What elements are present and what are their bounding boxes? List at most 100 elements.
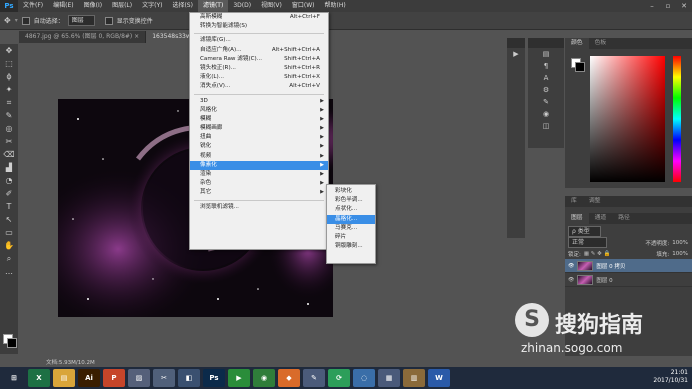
filter-submenu-item[interactable]: 视频 ▶ — [190, 152, 328, 161]
folder-icon[interactable]: ▥ — [403, 369, 425, 387]
filter-menu-item[interactable]: 镜头校正(R)... Shift+Ctrl+R — [190, 64, 328, 73]
layer-name[interactable]: 图层 0 拷贝 — [596, 262, 625, 270]
filter-menu-item[interactable]: 滤镜库(G)... — [190, 36, 328, 45]
close-button[interactable]: ✕ — [676, 0, 692, 12]
layer-name[interactable]: 图层 0 — [596, 276, 612, 284]
filter-menu-item[interactable]: 转换为智能滤镜(S) — [190, 22, 328, 31]
tab-adjustments[interactable]: 调整 — [583, 196, 607, 207]
maximize-button[interactable]: ▫ — [660, 0, 676, 12]
filter-menu-item[interactable]: 自适应广角(A)... Alt+Shift+Ctrl+A — [190, 46, 328, 55]
lock-icons[interactable]: ▦ ✎ ✥ 🔒 — [584, 251, 611, 257]
menu-item-0[interactable]: 文件(F) — [18, 0, 48, 12]
paragraph-icon[interactable]: ¶ — [528, 60, 564, 72]
visibility-eye-icon[interactable]: 👁 — [568, 263, 574, 269]
menu-item-5[interactable]: 选择(S) — [167, 0, 198, 12]
background-swatch[interactable] — [575, 62, 585, 72]
fill-value[interactable]: 100% — [672, 251, 692, 257]
tool-icon-15[interactable]: ✋ — [0, 239, 18, 252]
menu-item-8[interactable]: 视图(V) — [256, 0, 287, 12]
tool-icon[interactable]: ✎ — [303, 369, 325, 387]
filter-submenu-item[interactable]: 扭曲 ▶ — [190, 133, 328, 142]
background-color-swatch[interactable] — [7, 338, 17, 348]
video-player-icon[interactable]: ▶ — [228, 369, 250, 387]
filter-submenu-item[interactable]: 杂色 ▶ — [190, 179, 328, 188]
tab-layers[interactable]: 图层 — [565, 213, 589, 224]
network-icon[interactable]: ◌ — [353, 369, 375, 387]
visibility-eye-icon[interactable]: 👁 — [568, 277, 574, 283]
word-icon[interactable]: W — [428, 369, 450, 387]
menu-item-1[interactable]: 编辑(E) — [48, 0, 78, 12]
tool-icon-4[interactable]: ⌗ — [0, 96, 18, 109]
menu-item-4[interactable]: 文字(Y) — [137, 0, 167, 12]
gallery-icon[interactable]: ▦ — [378, 369, 400, 387]
layer-kind-filter[interactable]: ρ 类型 — [568, 226, 601, 237]
properties-icon[interactable]: ⚙ — [528, 84, 564, 96]
pixelate-item-5[interactable]: 碎片 — [327, 233, 375, 242]
tool-icon-0[interactable]: ✥ — [0, 44, 18, 57]
app-icon-3[interactable]: ⟳ — [328, 369, 350, 387]
filter-submenu-item[interactable]: 渲染 ▶ — [190, 170, 328, 179]
pixelate-item-3[interactable]: 晶格化... — [327, 214, 375, 224]
layer-row[interactable]: 👁 图层 0 — [565, 273, 692, 287]
styles-icon[interactable]: ◫ — [528, 120, 564, 132]
tool-icon-17[interactable]: … — [0, 265, 18, 278]
tool-icon-2[interactable]: ϕ — [0, 70, 18, 83]
opacity-value[interactable]: 100% — [672, 240, 692, 246]
auto-select-checkbox[interactable] — [21, 16, 30, 25]
tab-color[interactable]: 颜色 — [565, 38, 589, 49]
tool-icon-8[interactable]: ⌫ — [0, 148, 18, 161]
tool-icon-5[interactable]: ✎ — [0, 109, 18, 122]
screenshot-icon[interactable]: ✂ — [153, 369, 175, 387]
menu-item-7[interactable]: 3D(D) — [228, 0, 256, 12]
menu-item-6[interactable]: 滤镜(T) — [197, 0, 229, 12]
menu-item-3[interactable]: 图层(L) — [107, 0, 137, 12]
tab-paths[interactable]: 路径 — [612, 213, 636, 224]
filter-submenu-item[interactable]: 风格化 ▶ — [190, 106, 328, 115]
pixelate-item-0[interactable]: 彩块化 — [327, 187, 375, 196]
photoshop-icon[interactable]: Ps — [203, 369, 225, 387]
image-viewer-icon[interactable]: ▨ — [128, 369, 150, 387]
browse-filters-online-item[interactable]: 浏览联机滤镜... — [190, 203, 328, 212]
menu-item-10[interactable]: 帮助(H) — [320, 0, 351, 12]
windows-icon[interactable]: ⊞ — [3, 369, 25, 387]
tool-icon-12[interactable]: T — [0, 200, 18, 213]
tool-icon-16[interactable]: ⌕ — [0, 252, 18, 265]
excel-icon[interactable]: X — [28, 369, 50, 387]
history-icon[interactable]: ▤ — [528, 48, 564, 60]
auto-select-dropdown[interactable]: 图层 — [67, 15, 95, 26]
filter-menu-item[interactable]: 消失点(V)... Alt+Ctrl+V — [190, 82, 328, 91]
tab-swatches[interactable]: 色板 — [589, 38, 613, 49]
powerpoint-icon[interactable]: P — [103, 369, 125, 387]
blend-mode-dropdown[interactable]: 正常 — [568, 237, 608, 248]
tool-icon-9[interactable]: ▟ — [0, 161, 18, 174]
filter-submenu-item[interactable]: 锐化 ▶ — [190, 142, 328, 151]
filter-menu-item[interactable]: 高斯模糊 Alt+Ctrl+F — [190, 13, 328, 22]
system-clock[interactable]: 21:01 2017/10/31 — [653, 369, 688, 385]
tab-libraries[interactable]: 库 — [565, 196, 583, 207]
app-icon[interactable]: ◧ — [178, 369, 200, 387]
dropdown-arrow-icon[interactable]: ▾ — [15, 17, 18, 24]
minimize-button[interactable]: – — [644, 0, 660, 12]
pixelate-item-2[interactable]: 点状化... — [327, 205, 375, 214]
pixelate-item-1[interactable]: 彩色半调... — [327, 196, 375, 205]
clone-source-icon[interactable]: ◉ — [528, 108, 564, 120]
pixelate-item-6[interactable]: 铜版雕刻... — [327, 242, 375, 251]
tool-icon-1[interactable]: ⬚ — [0, 57, 18, 70]
layer-row[interactable]: 👁 图层 0 拷贝 — [565, 259, 692, 273]
tool-icon-6[interactable]: ◎ — [0, 122, 18, 135]
character-icon[interactable]: A — [528, 72, 564, 84]
filter-submenu-item[interactable]: 像素化 ▶ — [190, 160, 328, 170]
pixelate-item-4[interactable]: 马赛克... — [327, 224, 375, 233]
play-icon[interactable]: ▶ — [507, 48, 525, 60]
show-transform-checkbox[interactable] — [104, 16, 113, 25]
hue-slider[interactable] — [673, 56, 681, 182]
app-icon-2[interactable]: ◆ — [278, 369, 300, 387]
filter-submenu-item[interactable]: 模糊 ▶ — [190, 115, 328, 124]
tool-icon-11[interactable]: ✐ — [0, 187, 18, 200]
tab-channels[interactable]: 通道 — [589, 213, 613, 224]
menu-item-9[interactable]: 窗口(W) — [287, 0, 320, 12]
color-field[interactable] — [590, 56, 665, 182]
filter-submenu-item[interactable]: 模糊画廊 ▶ — [190, 124, 328, 133]
filter-menu-item[interactable]: 液化(L)... Shift+Ctrl+X — [190, 73, 328, 82]
tool-icon-14[interactable]: ▭ — [0, 226, 18, 239]
